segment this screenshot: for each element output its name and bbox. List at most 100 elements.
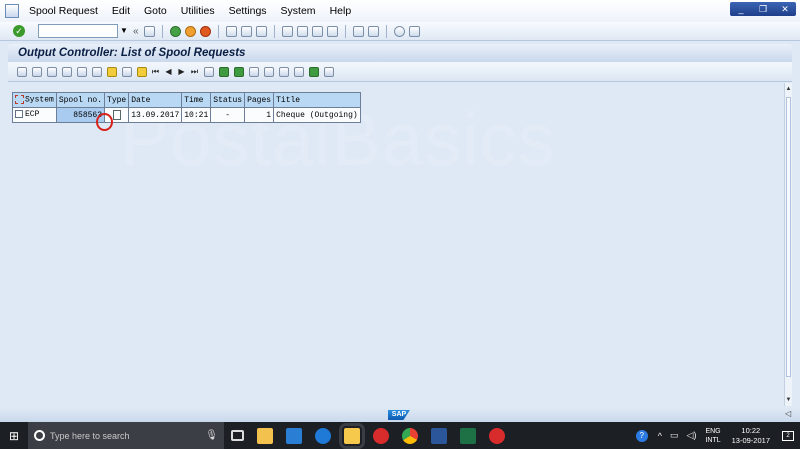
find-icon[interactable] [240,25,252,37]
menu-edit[interactable]: Edit [105,5,137,17]
exit-icon[interactable] [184,25,196,37]
internet-explorer-icon[interactable] [314,427,331,444]
search-icon[interactable] [203,66,214,77]
column-header-type[interactable]: Type [104,92,130,108]
first-page-icon[interactable] [281,25,293,37]
display-output-requests-icon[interactable] [91,66,102,77]
delete-icon[interactable] [61,66,72,77]
column-header-system[interactable]: System [12,92,57,108]
menu-settings[interactable]: Settings [222,5,274,17]
restore-icon[interactable]: ❐ [757,4,769,15]
back-icon[interactable] [169,25,181,37]
user-icon[interactable] [136,66,147,77]
app-red-icon[interactable] [372,427,389,444]
command-field[interactable] [38,24,118,38]
chrome-icon[interactable] [401,427,418,444]
previous-page-icon[interactable] [296,25,308,37]
outlook-icon[interactable] [285,427,302,444]
cell-title: Cheque (Outgoing) [273,107,361,123]
chevron-down-icon[interactable]: ▼ [118,24,130,38]
file-explorer-icon[interactable] [256,427,273,444]
cancel-icon[interactable] [199,25,211,37]
menu-spool-request[interactable]: Spool Request [22,5,105,17]
close-icon[interactable]: ✕ [779,4,791,15]
windows-start-icon[interactable]: ⊞ [0,422,28,449]
column-header-spool-no[interactable]: Spool no. [55,92,106,108]
command-field-collapse-icon[interactable]: « [133,26,139,37]
task-view-icon[interactable] [230,430,244,441]
taskbar-clock[interactable]: 10:22 13-09-2017 [732,426,770,446]
toolbar-divider [344,24,346,38]
column-header-title[interactable]: Title [273,92,361,108]
window-controls: _ ❐ ✕ [730,2,796,16]
find-next-icon[interactable] [255,25,267,37]
battery-icon[interactable]: ▭ [670,430,679,441]
title-bar: Output Controller: List of Spool Request… [8,44,792,62]
menu-help[interactable]: Help [323,5,359,17]
help-icon[interactable] [393,25,405,37]
menu-goto[interactable]: Goto [137,5,174,17]
taskbar-search[interactable]: Type here to search 🎙 [28,422,224,449]
last-page-icon[interactable]: ⏭ [191,67,199,77]
last-page-icon[interactable] [326,25,338,37]
sort-descending-icon[interactable] [233,66,244,77]
sap-logon-icon[interactable] [338,422,365,449]
enter-check-icon[interactable]: ✓ [13,25,25,37]
new-session-icon[interactable] [352,25,364,37]
cell-system: ECP [12,107,57,123]
excel-icon[interactable] [459,427,476,444]
select-layout-icon[interactable] [308,66,319,77]
first-page-icon[interactable]: ⏮ [152,67,160,77]
notification-icon[interactable]: 2 [782,430,794,441]
system-tray: ? ^ ▭ ◁) ENG INTL 10:22 13-09-2017 2 [635,426,800,446]
annotation-circle [96,113,113,131]
print-with-changed-parameters-icon[interactable] [46,66,57,77]
row-checkbox[interactable] [15,110,23,119]
minimize-icon[interactable]: _ [735,4,747,14]
save-icon[interactable] [143,25,155,37]
print-directly-icon[interactable] [31,66,42,77]
language-indicator[interactable]: ENG INTL [705,427,720,445]
next-page-icon[interactable] [311,25,323,37]
display-contents-icon[interactable] [76,66,87,77]
status-bar-toggle-icon[interactable]: ◁ [785,409,791,418]
export-icon[interactable] [278,66,289,77]
print-icon[interactable] [225,25,237,37]
shortcut-icon[interactable] [367,25,379,37]
previous-page-icon[interactable]: ◀ [165,67,173,77]
menu-utilities[interactable]: Utilities [174,5,222,17]
volume-icon[interactable]: ◁) [687,430,697,441]
column-header-status[interactable]: Status [210,92,246,108]
standard-toolbar: ✓ ▼ « [0,22,800,41]
change-layout-icon[interactable] [293,66,304,77]
total-icon[interactable] [263,66,274,77]
vertical-scrollbar[interactable]: ▲ ▼ [784,83,792,406]
scroll-down-icon[interactable]: ▼ [785,397,792,403]
select-all-icon[interactable] [15,95,24,105]
refresh-icon[interactable] [16,66,27,77]
column-header-time[interactable]: Time [181,92,212,108]
scrollbar-thumb[interactable] [786,97,791,377]
chevron-up-icon[interactable]: ^ [658,431,662,441]
document-icon[interactable] [112,109,121,120]
column-header-pages[interactable]: Pages [244,92,275,108]
filter-icon[interactable] [248,66,259,77]
sap-logo: SAP [388,410,410,420]
cell-pages: 1 [244,107,275,123]
scroll-up-icon[interactable]: ▲ [785,86,792,92]
menu-system[interactable]: System [274,5,323,17]
word-icon[interactable] [430,427,447,444]
next-page-icon[interactable]: ▶ [178,67,186,77]
change-attributes-icon[interactable] [106,66,117,77]
table-row[interactable]: ECP 858563 13.09.2017 10:21 - 1 Cheque (… [12,107,361,123]
column-header-date[interactable]: Date [128,92,183,108]
sort-ascending-icon[interactable] [218,66,229,77]
sap-window-icon[interactable] [5,4,19,18]
app-red-icon-2[interactable] [488,427,505,444]
layout-menu-icon[interactable] [408,25,420,37]
save-layout-icon[interactable] [323,66,334,77]
help-icon[interactable]: ? [635,429,648,442]
menu-bar: Spool Request Edit Goto Utilities Settin… [0,0,800,22]
print-preview-icon[interactable] [121,66,132,77]
microphone-icon[interactable]: 🎙 [205,430,218,441]
